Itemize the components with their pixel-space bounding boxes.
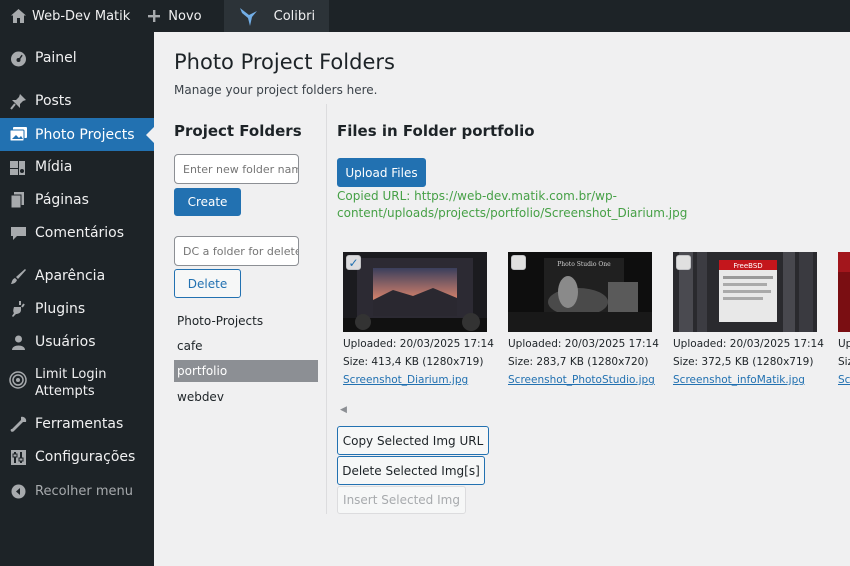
menu-label: Mídia <box>35 159 73 175</box>
image-gallery: ✓ Uploaded: 20/03/2025 17:14 Size: 413,4… <box>337 250 850 400</box>
collapse-icon <box>9 482 27 500</box>
hummingbird-icon <box>238 5 260 27</box>
create-folder-button[interactable]: Create <box>174 188 241 216</box>
image-checkbox[interactable]: ✓ <box>346 255 361 270</box>
new-folder-input[interactable]: Enter new folder name <box>174 154 299 184</box>
comment-icon <box>9 224 27 242</box>
menu-item-limit-login[interactable]: Limit Login Attempts <box>0 366 154 402</box>
menu-label: Plugins <box>35 301 86 317</box>
image-uploaded: Uploaded: 20/03/2025 17:14 <box>673 338 824 350</box>
image-filename-link[interactable]: Screenshot_PhotoStudio.jpg <box>508 374 655 386</box>
menu-item-collapse[interactable]: Recolher menu <box>0 479 154 503</box>
home-icon <box>10 8 26 24</box>
folder-item-portfolio[interactable]: portfolio <box>174 360 318 382</box>
delete-folder-button[interactable]: Delete <box>174 269 241 298</box>
plugin-icon <box>9 300 27 318</box>
check-icon: ✓ <box>348 255 359 270</box>
menu-item-painel[interactable]: Painel <box>0 46 154 70</box>
menu-label: Painel <box>35 50 77 66</box>
image-size: Siz <box>838 356 850 368</box>
menu-label: Configurações <box>35 449 136 465</box>
colibri-link[interactable]: Colibri <box>223 0 330 32</box>
copy-selected-url-button[interactable]: Copy Selected Img URL <box>337 426 489 455</box>
shield-icon <box>9 371 27 389</box>
image-thumbnail[interactable]: FreeBSD <box>673 252 817 332</box>
image-size: Size: 283,7 KB (1280x720) <box>508 356 649 368</box>
scroll-left-arrow-icon[interactable]: ◀ <box>340 405 347 415</box>
image-uploaded: Uploaded: 20/03/2025 17:14 <box>343 338 494 350</box>
image-filename-link[interactable]: Screenshot_infoMatik.jpg <box>673 374 805 386</box>
site-home-link[interactable]: Web-Dev Matik <box>0 0 138 32</box>
files-panel: Files in Folder portfolio Upload Files C… <box>337 120 850 560</box>
menu-item-midia[interactable]: Mídia <box>0 155 154 179</box>
image-checkbox[interactable] <box>511 255 526 270</box>
folders-title: Project Folders <box>174 122 302 140</box>
menu-label: Limit Login Attempts <box>35 367 107 399</box>
menu-label: Photo Projects <box>35 126 135 143</box>
wrench-icon <box>9 415 27 433</box>
dashboard-icon <box>9 49 27 67</box>
page-subtitle: Manage your project folders here. <box>174 83 378 97</box>
menu-item-aparencia[interactable]: Aparência <box>0 264 154 288</box>
user-icon <box>9 333 27 351</box>
menu-item-photo-projects[interactable]: Photo Projects <box>0 118 154 151</box>
menu-label: Posts <box>35 93 72 109</box>
insert-selected-image-button[interactable]: Insert Selected Img <box>337 486 466 514</box>
delete-folder-input[interactable]: DC a folder for delete <box>174 236 299 266</box>
image-filename-link[interactable]: Sc <box>838 374 850 386</box>
menu-item-usuarios[interactable]: Usuários <box>0 330 154 354</box>
folder-item-webdev[interactable]: webdev <box>174 386 318 408</box>
image-thumbnail[interactable]: Photo Studio One <box>508 252 652 332</box>
plus-icon <box>146 8 162 24</box>
menu-item-paginas[interactable]: Páginas <box>0 188 154 212</box>
images-icon <box>9 126 27 144</box>
colibri-label: Colibri <box>273 8 316 24</box>
menu-label: Recolher menu <box>35 483 134 499</box>
image-uploaded: Uploaded: 20/03/2025 17:14 <box>508 338 659 350</box>
image-filename-link[interactable]: Screenshot_Diarium.jpg <box>343 374 468 386</box>
folder-item-photo-projects[interactable]: Photo-Projects <box>174 310 318 332</box>
menu-item-plugins[interactable]: Plugins <box>0 297 154 321</box>
media-icon <box>9 158 27 176</box>
settings-icon <box>9 448 27 466</box>
page-title: Photo Project Folders <box>174 50 395 74</box>
image-uploaded: Up <box>838 338 850 350</box>
folder-item-cafe[interactable]: cafe <box>174 335 318 357</box>
new-content-link[interactable]: Novo <box>138 0 209 32</box>
image-size: Size: 372,5 KB (1280x719) <box>673 356 814 368</box>
pages-icon <box>9 191 27 209</box>
menu-label: Usuários <box>35 334 96 350</box>
image-size: Size: 413,4 KB (1280x719) <box>343 356 484 368</box>
image-thumbnail[interactable] <box>838 252 850 332</box>
new-label: Novo <box>168 8 202 24</box>
image-thumbnail[interactable]: ✓ <box>343 252 487 332</box>
upload-files-button[interactable]: Upload Files <box>337 158 426 187</box>
site-name: Web-Dev Matik <box>32 8 131 24</box>
delete-selected-images-button[interactable]: Delete Selected Img[s] <box>337 456 485 485</box>
panel-divider <box>326 104 327 514</box>
menu-label: Páginas <box>35 192 89 208</box>
admin-sidebar: Painel Posts Photo Projects Mídia Página… <box>0 32 154 566</box>
menu-item-posts[interactable]: Posts <box>0 89 154 113</box>
files-title: Files in Folder portfolio <box>337 122 535 140</box>
admin-bar: Web-Dev Matik Novo Colibri <box>0 0 850 32</box>
main-content: Photo Project Folders Manage your projec… <box>154 32 850 566</box>
menu-item-configuracoes[interactable]: Configurações <box>0 445 154 469</box>
pin-icon <box>9 92 27 110</box>
menu-label: Aparência <box>35 268 106 284</box>
menu-item-ferramentas[interactable]: Ferramentas <box>0 412 154 436</box>
menu-item-comentarios[interactable]: Comentários <box>0 221 154 245</box>
thumb-text-photostudio: Photo Studio One <box>557 261 611 268</box>
image-checkbox[interactable] <box>676 255 691 270</box>
menu-label: Ferramentas <box>35 416 124 432</box>
menu-label: Comentários <box>35 225 125 241</box>
brush-icon <box>9 267 27 285</box>
copied-url-message: Copied URL: https://web-dev.matik.com.br… <box>337 189 688 220</box>
thumb-text-freebsd: FreeBSD <box>733 262 762 270</box>
